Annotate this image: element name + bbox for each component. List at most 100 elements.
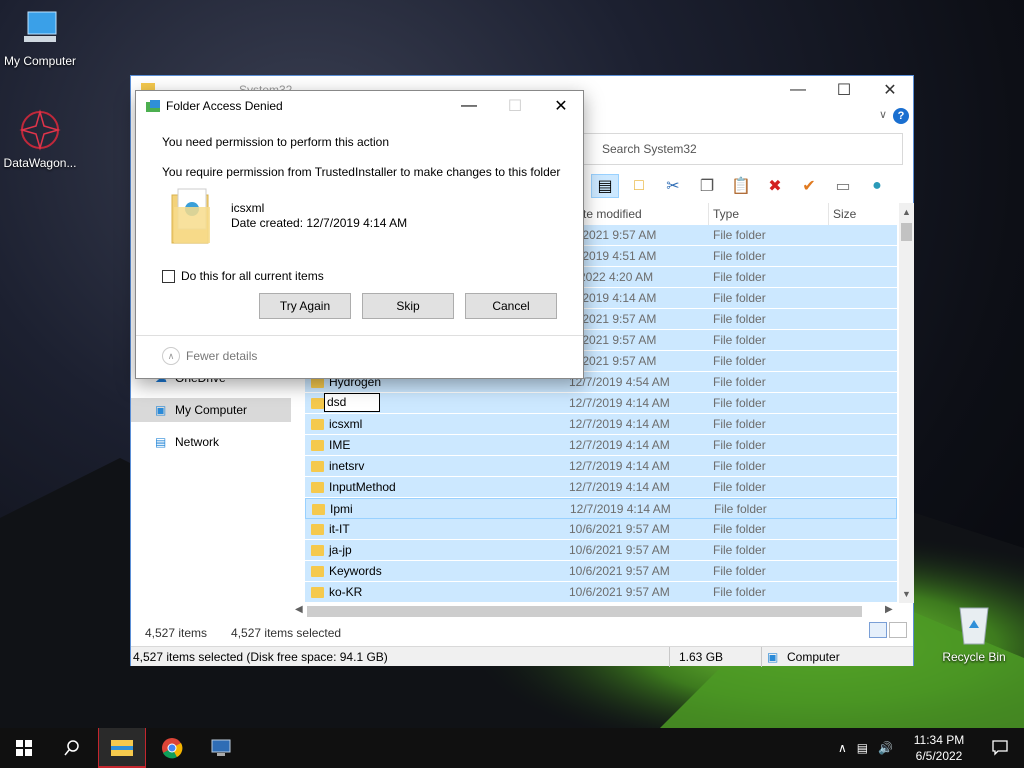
close-button[interactable]: ✕ bbox=[867, 76, 913, 104]
column-headers: te modified Type Size bbox=[579, 203, 901, 225]
column-size[interactable]: Size bbox=[829, 203, 901, 225]
paste-icon[interactable]: 📋 bbox=[727, 174, 755, 198]
desktop-icon-label: DataWagon... bbox=[3, 156, 77, 170]
try-again-button[interactable]: Try Again bbox=[259, 293, 351, 319]
rename-icon[interactable]: ✔ bbox=[795, 174, 823, 198]
checkbox-box[interactable] bbox=[162, 269, 175, 283]
clock-time: 11:34 PM bbox=[913, 733, 965, 747]
cancel-button[interactable]: Cancel bbox=[465, 293, 557, 319]
dialog-separator bbox=[136, 335, 583, 336]
checkbox-label: Do this for all current items bbox=[181, 269, 324, 283]
item-count: 4,527 items bbox=[145, 626, 208, 640]
scroll-thumb[interactable] bbox=[901, 223, 912, 241]
taskbar-file-explorer[interactable] bbox=[98, 728, 146, 768]
scroll-up-icon[interactable]: ▲ bbox=[902, 207, 911, 217]
nav-item-network[interactable]: ▤ Network bbox=[131, 430, 291, 454]
chevron-up-icon[interactable]: ∧ bbox=[838, 741, 847, 755]
clock-date: 6/5/2022 bbox=[915, 749, 963, 763]
status-separator bbox=[669, 647, 670, 667]
status-bar: 4,527 items selected (Disk free space: 9… bbox=[131, 646, 913, 667]
clock[interactable]: 11:34 PM 6/5/2022 bbox=[904, 732, 974, 764]
minimize-button[interactable]: — bbox=[775, 76, 821, 104]
action-center-button[interactable] bbox=[976, 728, 1024, 768]
dialog-message: You need permission to perform this acti… bbox=[162, 135, 390, 149]
network-icon: ▤ bbox=[155, 435, 167, 449]
status-location: Computer bbox=[787, 650, 840, 664]
view-buttons bbox=[869, 622, 907, 638]
taskbar-chrome[interactable] bbox=[148, 728, 196, 768]
dialog-titlebar[interactable]: Folder Access Denied — ☐ ✕ bbox=[136, 91, 583, 121]
ribbon-collapse-chevron-icon[interactable]: ∨ bbox=[879, 108, 887, 121]
folder-icon bbox=[311, 545, 324, 556]
file-row[interactable]: Ipmi 12/7/2019 4:14 AM File folder bbox=[305, 498, 897, 519]
large-icons-view-icon[interactable] bbox=[889, 622, 907, 638]
maximize-button[interactable]: ☐ bbox=[492, 91, 538, 121]
folder-icon bbox=[311, 419, 324, 430]
cut-icon[interactable]: ✂ bbox=[659, 174, 687, 198]
search-button[interactable] bbox=[48, 728, 96, 768]
maximize-button[interactable]: ☐ bbox=[821, 76, 867, 104]
remote-desktop-icon bbox=[211, 739, 231, 756]
selected-count: 4,527 items selected bbox=[231, 626, 342, 640]
computer-icon: ▣ bbox=[767, 650, 779, 664]
folder-move-icon bbox=[146, 100, 160, 115]
apply-to-all-checkbox[interactable]: Do this for all current items bbox=[162, 269, 324, 283]
computer-icon bbox=[18, 10, 62, 50]
system-tray: ∧ ▤ 🔊 bbox=[838, 728, 893, 768]
desktop-icon-my-computer[interactable]: My Computer bbox=[0, 10, 80, 68]
scroll-right-icon[interactable]: ▶ bbox=[885, 604, 893, 615]
fewer-details-toggle[interactable]: ∧ Fewer details bbox=[162, 347, 257, 365]
file-row[interactable]: Keywords 10/6/2021 9:57 AM File folder bbox=[305, 561, 897, 582]
file-row[interactable]: ja-jp 10/6/2021 9:57 AM File folder bbox=[305, 540, 897, 561]
toolbar: ▤ □ ✂ ❐ 📋 ✖ ✔ ▭ ● bbox=[591, 172, 891, 200]
file-row[interactable]: inetsrv 12/7/2019 4:14 AM File folder bbox=[305, 456, 897, 477]
folder-icon bbox=[311, 587, 324, 598]
folder-icon bbox=[311, 398, 324, 409]
new-folder-icon[interactable]: □ bbox=[625, 174, 653, 198]
rename-input[interactable]: dsd bbox=[324, 393, 380, 412]
scroll-thumb[interactable] bbox=[307, 606, 862, 617]
skip-button[interactable]: Skip bbox=[362, 293, 454, 319]
desktop-icon-label: Recycle Bin bbox=[942, 650, 1006, 664]
start-button[interactable] bbox=[0, 728, 48, 768]
file-row[interactable]: dsd 12/7/2019 4:14 AM File folder bbox=[305, 393, 897, 414]
network-icon[interactable]: ▤ bbox=[857, 741, 868, 755]
globe-icon[interactable]: ● bbox=[863, 174, 891, 198]
item-count-bar: 4,527 items 4,527 items selected bbox=[145, 626, 341, 640]
vertical-scrollbar[interactable]: ▲ ▼ bbox=[899, 203, 914, 603]
search-input[interactable]: Search System32 bbox=[579, 133, 903, 165]
desktop-icon-datawagon[interactable]: DataWagon... bbox=[0, 108, 80, 170]
windows-icon bbox=[16, 740, 32, 756]
volume-icon[interactable]: 🔊 bbox=[878, 741, 893, 755]
column-date-modified[interactable]: te modified bbox=[579, 203, 709, 225]
file-row[interactable]: InputMethod 12/7/2019 4:14 AM File folder bbox=[305, 477, 897, 498]
dialog-title: Folder Access Denied bbox=[166, 99, 283, 113]
taskbar: ∧ ▤ 🔊 11:34 PM 6/5/2022 bbox=[0, 728, 1024, 768]
scroll-down-icon[interactable]: ▼ bbox=[902, 589, 911, 599]
file-row[interactable]: IME 12/7/2019 4:14 AM File folder bbox=[305, 435, 897, 456]
scroll-left-icon[interactable]: ◀ bbox=[295, 604, 303, 615]
search-icon bbox=[64, 740, 79, 756]
taskbar-remote-desktop[interactable] bbox=[198, 728, 246, 768]
file-row[interactable]: icsxml 12/7/2019 4:14 AM File folder bbox=[305, 414, 897, 435]
folder-icon bbox=[170, 187, 214, 248]
dialog-detail: You require permission from TrustedInsta… bbox=[162, 165, 561, 179]
close-button[interactable]: ✕ bbox=[538, 91, 584, 121]
desktop-icon-recycle-bin[interactable]: Recycle Bin bbox=[934, 600, 1014, 664]
delete-icon[interactable]: ✖ bbox=[761, 174, 789, 198]
computer-icon: ▣ bbox=[155, 403, 167, 417]
nav-item-my-computer[interactable]: ▣ My Computer bbox=[131, 398, 291, 422]
details-view-icon[interactable] bbox=[869, 622, 887, 638]
minimize-button[interactable]: — bbox=[446, 91, 492, 121]
copy-icon[interactable]: ❐ bbox=[693, 174, 721, 198]
file-row[interactable]: ko-KR 10/6/2021 9:57 AM File folder bbox=[305, 582, 897, 603]
help-icon[interactable]: ? bbox=[893, 108, 909, 124]
properties-icon[interactable]: ▭ bbox=[829, 174, 857, 198]
desktop-icon-label: My Computer bbox=[3, 54, 77, 68]
horizontal-scrollbar[interactable]: ◀ ▶ bbox=[291, 604, 899, 619]
status-size: 1.63 GB bbox=[679, 650, 724, 664]
column-type[interactable]: Type bbox=[709, 203, 829, 225]
file-row[interactable]: it-IT 10/6/2021 9:57 AM File folder bbox=[305, 519, 897, 540]
preview-pane-icon[interactable]: ▤ bbox=[591, 174, 619, 198]
chrome-icon bbox=[162, 738, 183, 759]
